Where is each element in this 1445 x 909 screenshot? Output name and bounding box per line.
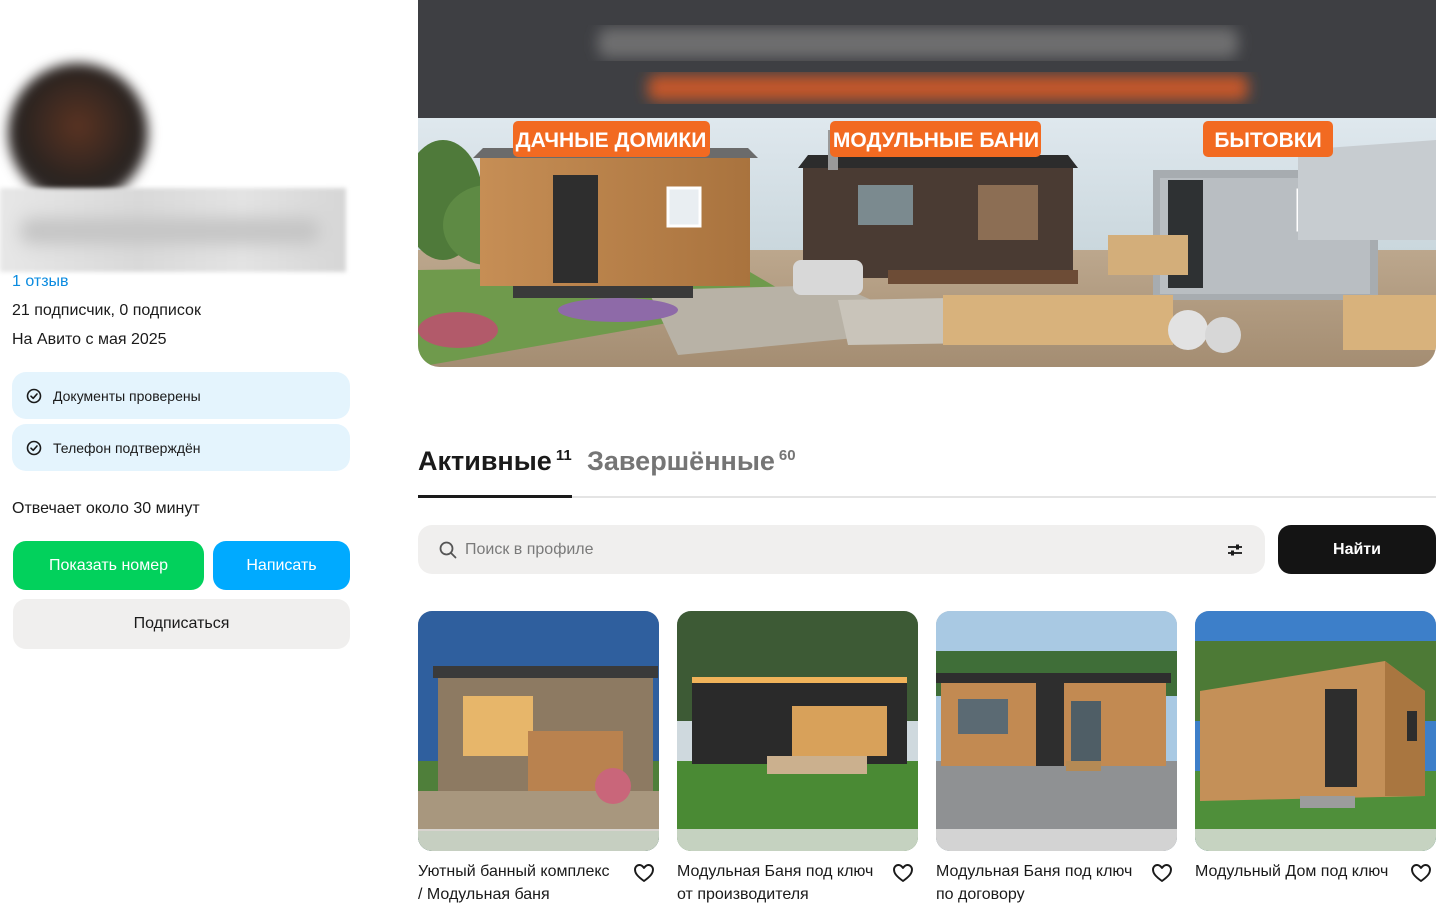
documents-verified-badge: Документы проверены	[12, 372, 350, 419]
seller-sidebar: 1 отзыв 21 подписчик, 0 подписок На Авит…	[0, 0, 360, 909]
listing-title[interactable]: Модульная Баня под ключ по договору	[936, 860, 1136, 906]
reviews-link[interactable]: 1 отзыв	[12, 273, 69, 291]
listing-photo[interactable]	[1195, 611, 1436, 851]
tab-count: 60	[778, 447, 796, 464]
listing-title[interactable]: Модульный Дом под ключ	[1195, 860, 1395, 883]
banner-label-dacha: ДАЧНЫЕ ДОМИКИ	[516, 129, 707, 152]
banner-label-cabins: БЫТОВКИ	[1214, 129, 1321, 152]
listing-title[interactable]: Модульная Баня под ключ от производителя	[677, 860, 877, 906]
listing-tabs: Активные 11 Завершённые 60	[418, 446, 1436, 498]
heart-icon[interactable]	[633, 862, 655, 884]
tab-completed-listings[interactable]: Завершённые 60	[587, 446, 796, 477]
response-time: Отвечает около 30 минут	[12, 500, 200, 517]
seller-avatar[interactable]	[0, 45, 172, 195]
listing-card[interactable]: Модульный Дом под ключ	[1195, 611, 1436, 909]
listing-photo[interactable]	[418, 611, 659, 851]
listing-card[interactable]: Модульная Баня под ключ от производителя	[677, 611, 918, 909]
member-since: На Авито с мая 2025	[12, 331, 167, 348]
tab-active-listings[interactable]: Активные 11	[418, 446, 572, 498]
profile-search	[418, 525, 1265, 574]
subscribers-info: 21 подписчик, 0 подписок	[12, 302, 201, 319]
listing-title[interactable]: Уютный банный комплекс / Модульная баня	[418, 860, 618, 906]
search-icon	[438, 540, 458, 560]
banner-label-sauna: МОДУЛЬНЫЕ БАНИ	[833, 129, 1039, 152]
filter-sliders-icon[interactable]	[1225, 540, 1245, 560]
find-button[interactable]: Найти	[1278, 525, 1436, 574]
listing-card[interactable]: Уютный банный комплекс / Модульная баня	[418, 611, 659, 909]
badge-label: Документы проверены	[53, 387, 201, 404]
badge-label: Телефон подтверждён	[53, 439, 201, 456]
write-message-button[interactable]: Написать	[213, 541, 350, 590]
listing-photo[interactable]	[936, 611, 1177, 851]
tab-label: Завершённые	[587, 446, 775, 476]
search-input[interactable]	[465, 525, 1205, 574]
tab-count: 11	[555, 447, 572, 464]
heart-icon[interactable]	[1410, 862, 1432, 884]
subscribe-button[interactable]: Подписаться	[13, 599, 350, 649]
show-phone-button[interactable]: Показать номер	[13, 541, 204, 590]
check-circle-icon	[26, 388, 42, 404]
heart-icon[interactable]	[892, 862, 914, 884]
phone-verified-badge: Телефон подтверждён	[12, 424, 350, 471]
profile-banner: ДАЧНЫЕ ДОМИКИ МОДУЛЬНЫЕ БАНИ БЫТОВКИ	[418, 0, 1436, 367]
check-circle-icon	[26, 440, 42, 456]
seller-name-blurred	[0, 188, 346, 272]
listing-card[interactable]: Модульная Баня под ключ по договору	[936, 611, 1177, 909]
tab-label: Активные	[418, 446, 552, 476]
heart-icon[interactable]	[1151, 862, 1173, 884]
listing-photo[interactable]	[677, 611, 918, 851]
